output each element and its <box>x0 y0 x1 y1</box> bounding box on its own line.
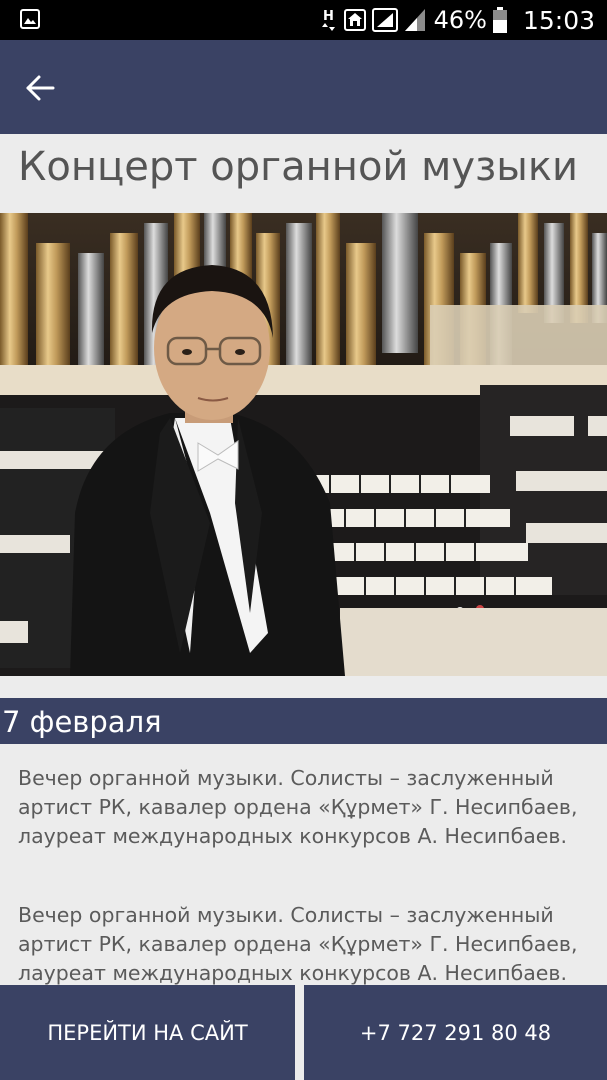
event-description-repeat: Вечер органной музыки. Солисты – заслуже… <box>18 903 578 985</box>
battery-percent: 46% <box>433 6 487 34</box>
status-bar: H 46% 15:03 <box>0 0 607 40</box>
image-icon <box>20 9 40 29</box>
page-title: Концерт органной музыки <box>18 144 578 190</box>
event-photo <box>0 213 607 676</box>
event-date: 7 февраля <box>2 705 162 739</box>
arrow-left-icon <box>26 75 55 101</box>
event-description: Вечер органной музыки. Солисты – заслуже… <box>18 766 578 848</box>
date-bar: 7 февраля <box>0 698 607 744</box>
status-icons: H 46% 15:03 <box>321 0 595 40</box>
back-button[interactable] <box>16 64 64 112</box>
app-bar <box>0 40 607 134</box>
signal-icon-2 <box>404 9 425 31</box>
signal-icon <box>371 8 398 32</box>
network-label: H <box>323 9 334 24</box>
go-to-website-button[interactable]: ПЕРЕЙТИ НА САЙТ <box>0 985 295 1080</box>
screen: H 46% 15:03 Концерт органной музыки 7 фе… <box>0 0 607 1080</box>
network-h-icon: H <box>321 9 335 31</box>
phone-call-button[interactable]: +7 727 291 80 48 <box>304 985 607 1080</box>
organist-photo-illustration <box>0 213 607 676</box>
clock: 15:03 <box>522 5 595 35</box>
battery-icon <box>492 7 507 33</box>
home-icon <box>343 9 366 31</box>
